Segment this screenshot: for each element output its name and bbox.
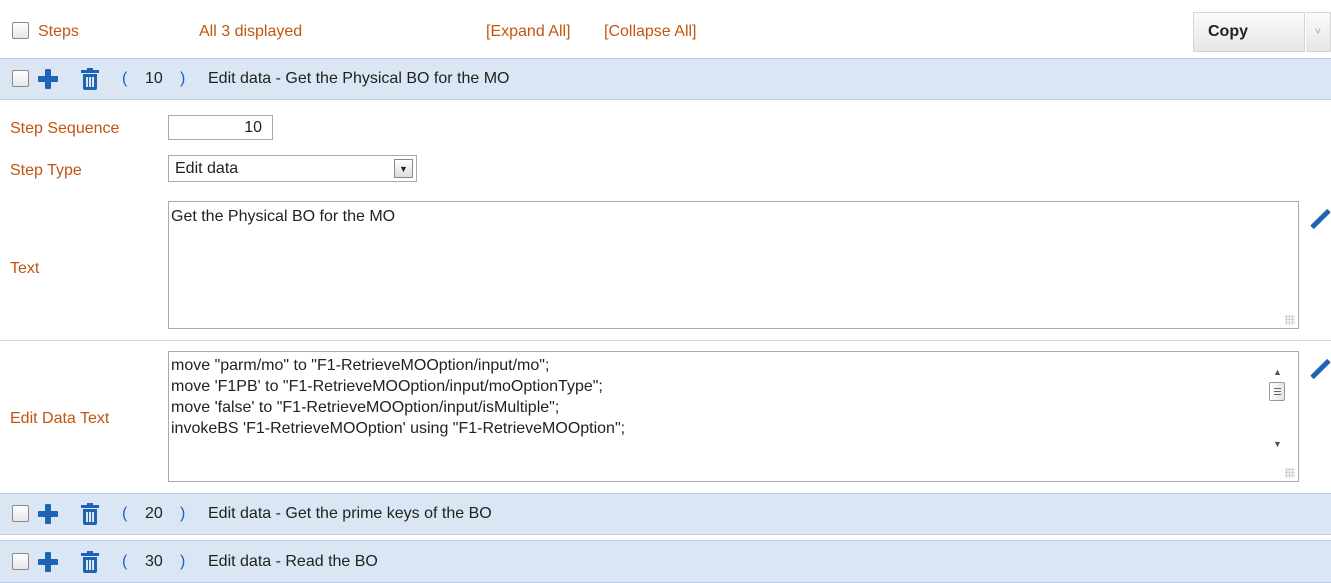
step-close-paren: ) bbox=[180, 553, 186, 570]
step-type-select[interactable]: Edit data ▼ bbox=[168, 155, 417, 182]
step-close-paren: ) bbox=[180, 505, 186, 522]
step-type-value: Edit data bbox=[175, 160, 239, 177]
step-row[interactable]: ( 30 ) Edit data - Read the BO bbox=[0, 540, 1331, 583]
step-sequence: 30 bbox=[145, 553, 163, 570]
code-line: invokeBS 'F1-RetrieveMOOption' using "F1… bbox=[171, 420, 626, 437]
step-row[interactable]: ( 10 ) Edit data - Get the Physical BO f… bbox=[0, 58, 1331, 100]
text-value: Get the Physical BO for the MO bbox=[171, 208, 396, 225]
collapse-all-link[interactable]: [Collapse All] bbox=[604, 23, 697, 41]
step-open-paren: ( bbox=[122, 70, 128, 87]
step-open-paren: ( bbox=[122, 553, 128, 570]
step-checkbox[interactable] bbox=[12, 553, 29, 570]
dropdown-arrow-icon[interactable]: ▼ bbox=[394, 159, 413, 178]
scroll-down-icon[interactable]: ▼ bbox=[1273, 434, 1282, 455]
steps-header: Steps All 3 displayed [Expand All] [Coll… bbox=[0, 0, 1331, 62]
trash-icon[interactable] bbox=[81, 551, 99, 573]
code-line: move "parm/mo" to "F1-RetrieveMOOption/i… bbox=[171, 357, 550, 374]
text-label: Text bbox=[10, 260, 40, 277]
step-sequence-label: Step Sequence bbox=[10, 120, 120, 137]
plus-icon[interactable] bbox=[37, 68, 59, 90]
pencil-icon[interactable] bbox=[1310, 359, 1330, 381]
step-open-paren: ( bbox=[122, 505, 128, 522]
step-title[interactable]: Edit data - Get the Physical BO for the … bbox=[208, 70, 509, 88]
code-line: move 'F1PB' to "F1-RetrieveMOOption/inpu… bbox=[171, 378, 603, 395]
step-title[interactable]: Edit data - Get the prime keys of the BO bbox=[208, 505, 492, 523]
step-sequence: 20 bbox=[145, 505, 163, 522]
scroll-thumb[interactable] bbox=[1269, 382, 1285, 401]
text-textarea[interactable]: Get the Physical BO for the MO bbox=[168, 201, 1299, 329]
select-all-checkbox[interactable] bbox=[12, 22, 29, 39]
divider bbox=[0, 340, 1331, 341]
pencil-icon[interactable] bbox=[1310, 209, 1330, 231]
expand-all-link[interactable]: [Expand All] bbox=[486, 23, 571, 41]
step-type-label: Step Type bbox=[10, 162, 82, 179]
step-row[interactable]: ( 20 ) Edit data - Get the prime keys of… bbox=[0, 493, 1331, 535]
scrollbar[interactable]: ▲ ▼ bbox=[1268, 358, 1288, 456]
plus-icon[interactable] bbox=[37, 503, 59, 525]
scroll-up-icon[interactable]: ▲ bbox=[1273, 362, 1282, 383]
edit-data-textarea[interactable]: move "parm/mo" to "F1-RetrieveMOOption/i… bbox=[168, 351, 1299, 482]
copy-button[interactable]: Copy bbox=[1193, 12, 1305, 52]
plus-icon[interactable] bbox=[37, 551, 59, 573]
trash-icon[interactable] bbox=[81, 68, 99, 90]
trash-icon[interactable] bbox=[81, 503, 99, 525]
steps-label: Steps bbox=[38, 23, 79, 40]
step-title[interactable]: Edit data - Read the BO bbox=[208, 553, 378, 571]
step-checkbox[interactable] bbox=[12, 505, 29, 522]
step-sequence-input[interactable]: 10 bbox=[168, 115, 273, 140]
step-sequence: 10 bbox=[145, 70, 163, 87]
edit-data-text-label: Edit Data Text bbox=[10, 410, 110, 427]
resize-grip-icon[interactable] bbox=[1285, 315, 1295, 325]
step-checkbox[interactable] bbox=[12, 70, 29, 87]
step-close-paren: ) bbox=[180, 70, 186, 87]
code-line: move 'false' to "F1-RetrieveMOOption/inp… bbox=[171, 399, 560, 416]
resize-grip-icon[interactable] bbox=[1285, 468, 1295, 478]
displayed-count: All 3 displayed bbox=[199, 23, 303, 40]
copy-dropdown-icon[interactable]: ˅ bbox=[1306, 12, 1331, 52]
